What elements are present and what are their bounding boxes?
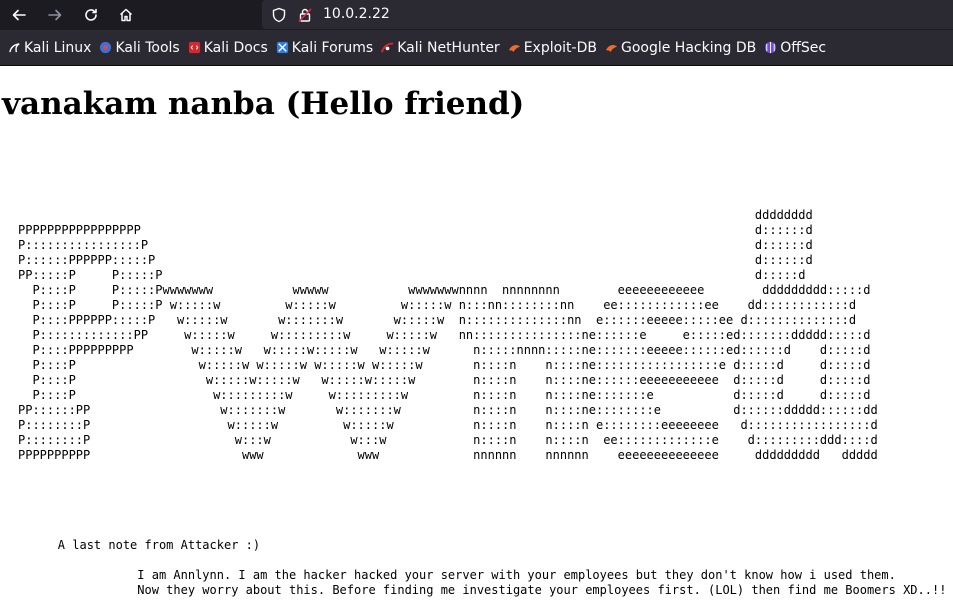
reload-icon [85, 8, 97, 21]
browser-toolbar: 10.0.2.22 [0, 0, 953, 30]
home-icon [119, 8, 133, 22]
insecure-lock-icon[interactable] [297, 7, 313, 23]
home-button[interactable] [115, 4, 137, 26]
bookmark-kali-linux[interactable]: Kali Linux [8, 40, 91, 56]
bookmark-label: Kali NetHunter [397, 39, 500, 56]
forward-button[interactable] [44, 4, 66, 26]
offsec-icon [765, 41, 777, 54]
bookmark-kali-docs[interactable]: Kali Docs [188, 40, 268, 56]
bookmark-kali-tools[interactable]: Kali Tools [99, 39, 180, 56]
ascii-art-banner: dddddddd PPPPPPPPPPPPPPPPP d::::::d P:::… [18, 208, 878, 462]
page-heading: vanakam nanba (Hello friend) [2, 86, 525, 122]
bookmark-label: Kali Docs [203, 39, 268, 56]
bookmark-label: Kali Forums [291, 39, 374, 56]
kali-tools-icon [100, 41, 112, 54]
bookmark-kali-forums[interactable]: Kali Forums [276, 40, 373, 56]
attacker-note: A last note from Attacker :) I am Annlyn… [57, 538, 947, 597]
shield-icon[interactable] [271, 7, 287, 23]
ghdb-icon [605, 45, 618, 53]
kali-dragon-icon [9, 43, 20, 53]
back-button[interactable] [8, 4, 30, 26]
bookmark-offsec[interactable]: OffSec [764, 40, 826, 56]
kali-docs-icon [188, 41, 200, 54]
bookmark-label: Kali Linux [24, 39, 92, 56]
bookmark-label: Kali Tools [115, 39, 180, 56]
bookmark-label: OffSec [780, 39, 827, 56]
kali-nethunter-icon [381, 42, 394, 53]
reload-button[interactable] [80, 4, 102, 26]
back-arrow-icon [12, 9, 26, 21]
bookmarks-toolbar: Kali Linux Kali Tools Kali Docs Kali For… [0, 30, 953, 66]
bookmark-label: Exploit-DB [523, 39, 597, 56]
url-text[interactable]: 10.0.2.22 [323, 6, 390, 22]
bookmark-label: Google Hacking DB [620, 39, 757, 56]
bookmark-exploit-db[interactable]: Exploit-DB [508, 40, 597, 56]
address-bar[interactable]: 10.0.2.22 [262, 0, 953, 29]
forward-arrow-icon [48, 9, 62, 21]
exploit-db-icon [508, 45, 520, 53]
bookmark-google-hacking-db[interactable]: Google Hacking DB [605, 40, 756, 56]
kali-forums-icon [276, 41, 288, 54]
bookmark-kali-nethunter[interactable]: Kali NetHunter [381, 39, 500, 56]
